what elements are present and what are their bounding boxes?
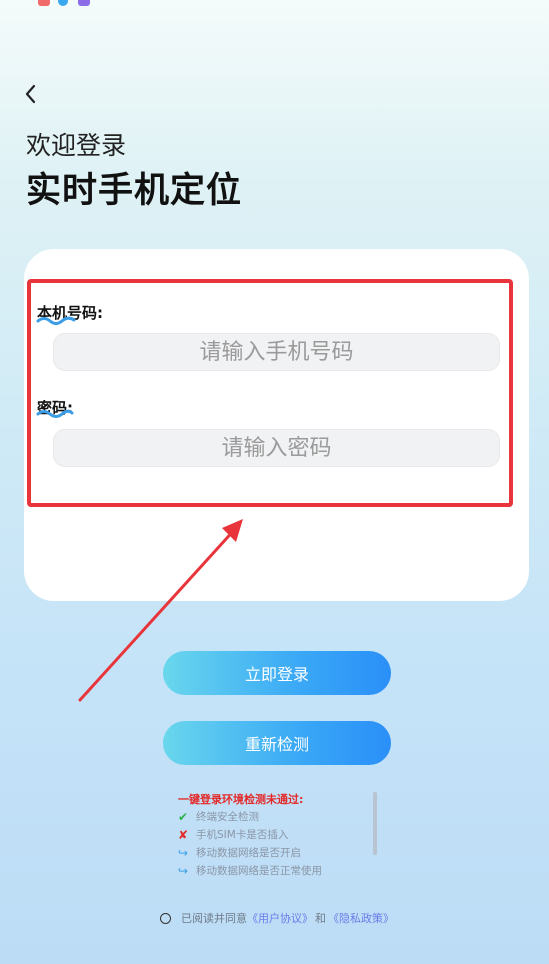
highlight-annotation-box — [27, 279, 513, 507]
env-item-label: 手机SIM卡是否插入 — [196, 829, 289, 841]
list-item: ↪ 移动数据网络是否正常使用 — [178, 863, 322, 878]
env-item-label: 移动数据网络是否开启 — [196, 847, 301, 859]
env-item-label: 终端安全检测 — [196, 811, 259, 823]
cross-icon: ✘ — [178, 827, 189, 842]
user-agreement-link[interactable]: 《用户协议》 — [247, 910, 313, 926]
privacy-policy-link[interactable]: 《隐私政策》 — [328, 910, 394, 926]
list-item: ✔ 终端安全检测 — [178, 809, 259, 824]
agreement-conjunction: 和 — [315, 912, 326, 925]
arrow-icon: ↪ — [178, 845, 189, 860]
login-button[interactable]: 立即登录 — [163, 651, 391, 695]
back-arrow-icon[interactable] — [18, 80, 46, 108]
notification-icon — [38, 0, 50, 6]
env-check-panel: 一键登录环境检测未通过: ✔ 终端安全检测 ✘ 手机SIM卡是否插入 ↪ 移动数… — [178, 791, 378, 881]
agree-radio[interactable] — [160, 912, 171, 924]
page-title: 实时手机定位 — [26, 171, 243, 211]
check-icon: ✔ — [178, 809, 189, 824]
list-item: ↪ 移动数据网络是否开启 — [178, 845, 301, 860]
list-item: ✘ 手机SIM卡是否插入 — [178, 827, 288, 842]
recheck-button[interactable]: 重新检测 — [163, 721, 391, 765]
env-check-title: 一键登录环境检测未通过: — [178, 793, 304, 806]
arrow-icon: ↪ — [178, 863, 189, 878]
notification-icon — [78, 0, 90, 6]
env-item-label: 移动数据网络是否正常使用 — [196, 865, 322, 877]
welcome-text: 欢迎登录 — [26, 131, 127, 160]
notification-icon — [58, 0, 68, 6]
agreement-row: 已阅读并同意 《用户协议》 和 《隐私政策》 — [160, 910, 394, 926]
agreement-prefix: 已阅读并同意 — [181, 912, 247, 925]
scrollbar[interactable] — [373, 792, 377, 855]
status-bar — [0, 0, 549, 8]
